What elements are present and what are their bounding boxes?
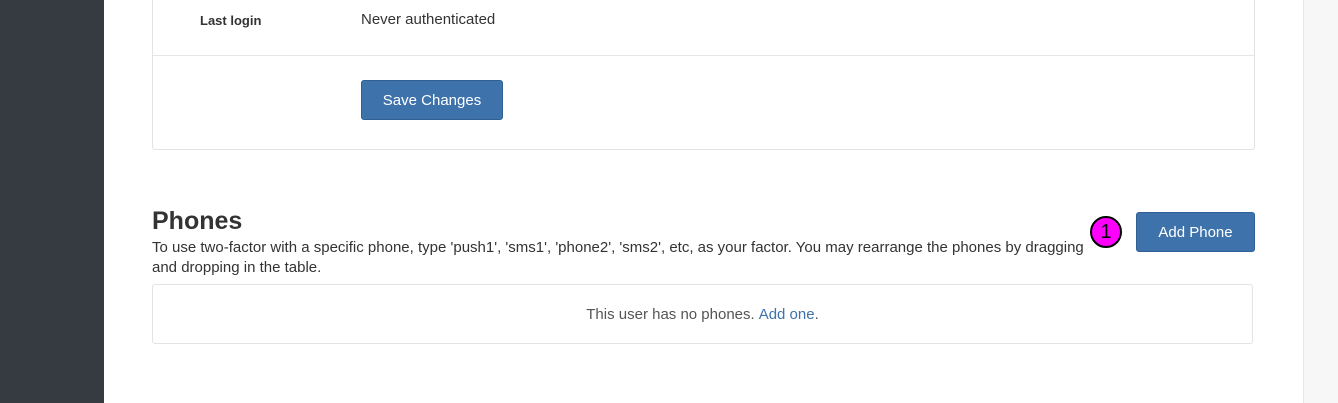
add-one-link[interactable]: Add one — [759, 306, 815, 323]
last-login-label: Last login — [200, 13, 262, 28]
phones-empty-state: This user has no phones. Add one. — [152, 284, 1253, 344]
add-phone-button[interactable]: Add Phone — [1136, 212, 1255, 252]
empty-state-text: This user has no phones. — [586, 305, 755, 323]
phones-heading: Phones — [152, 207, 243, 235]
main-content: Last login Never authenticated Save Chan… — [104, 0, 1304, 403]
last-login-row: Last login Never authenticated — [153, 0, 1254, 56]
phones-description: To use two-factor with a specific phone,… — [152, 239, 1084, 276]
save-changes-button[interactable]: Save Changes — [361, 80, 503, 120]
annotation-marker: 1 — [1090, 216, 1122, 248]
user-details-panel: Last login Never authenticated Save Chan… — [152, 0, 1255, 150]
last-login-value: Never authenticated — [361, 11, 496, 28]
empty-state-period: . — [814, 305, 819, 323]
sidebar — [0, 0, 104, 403]
